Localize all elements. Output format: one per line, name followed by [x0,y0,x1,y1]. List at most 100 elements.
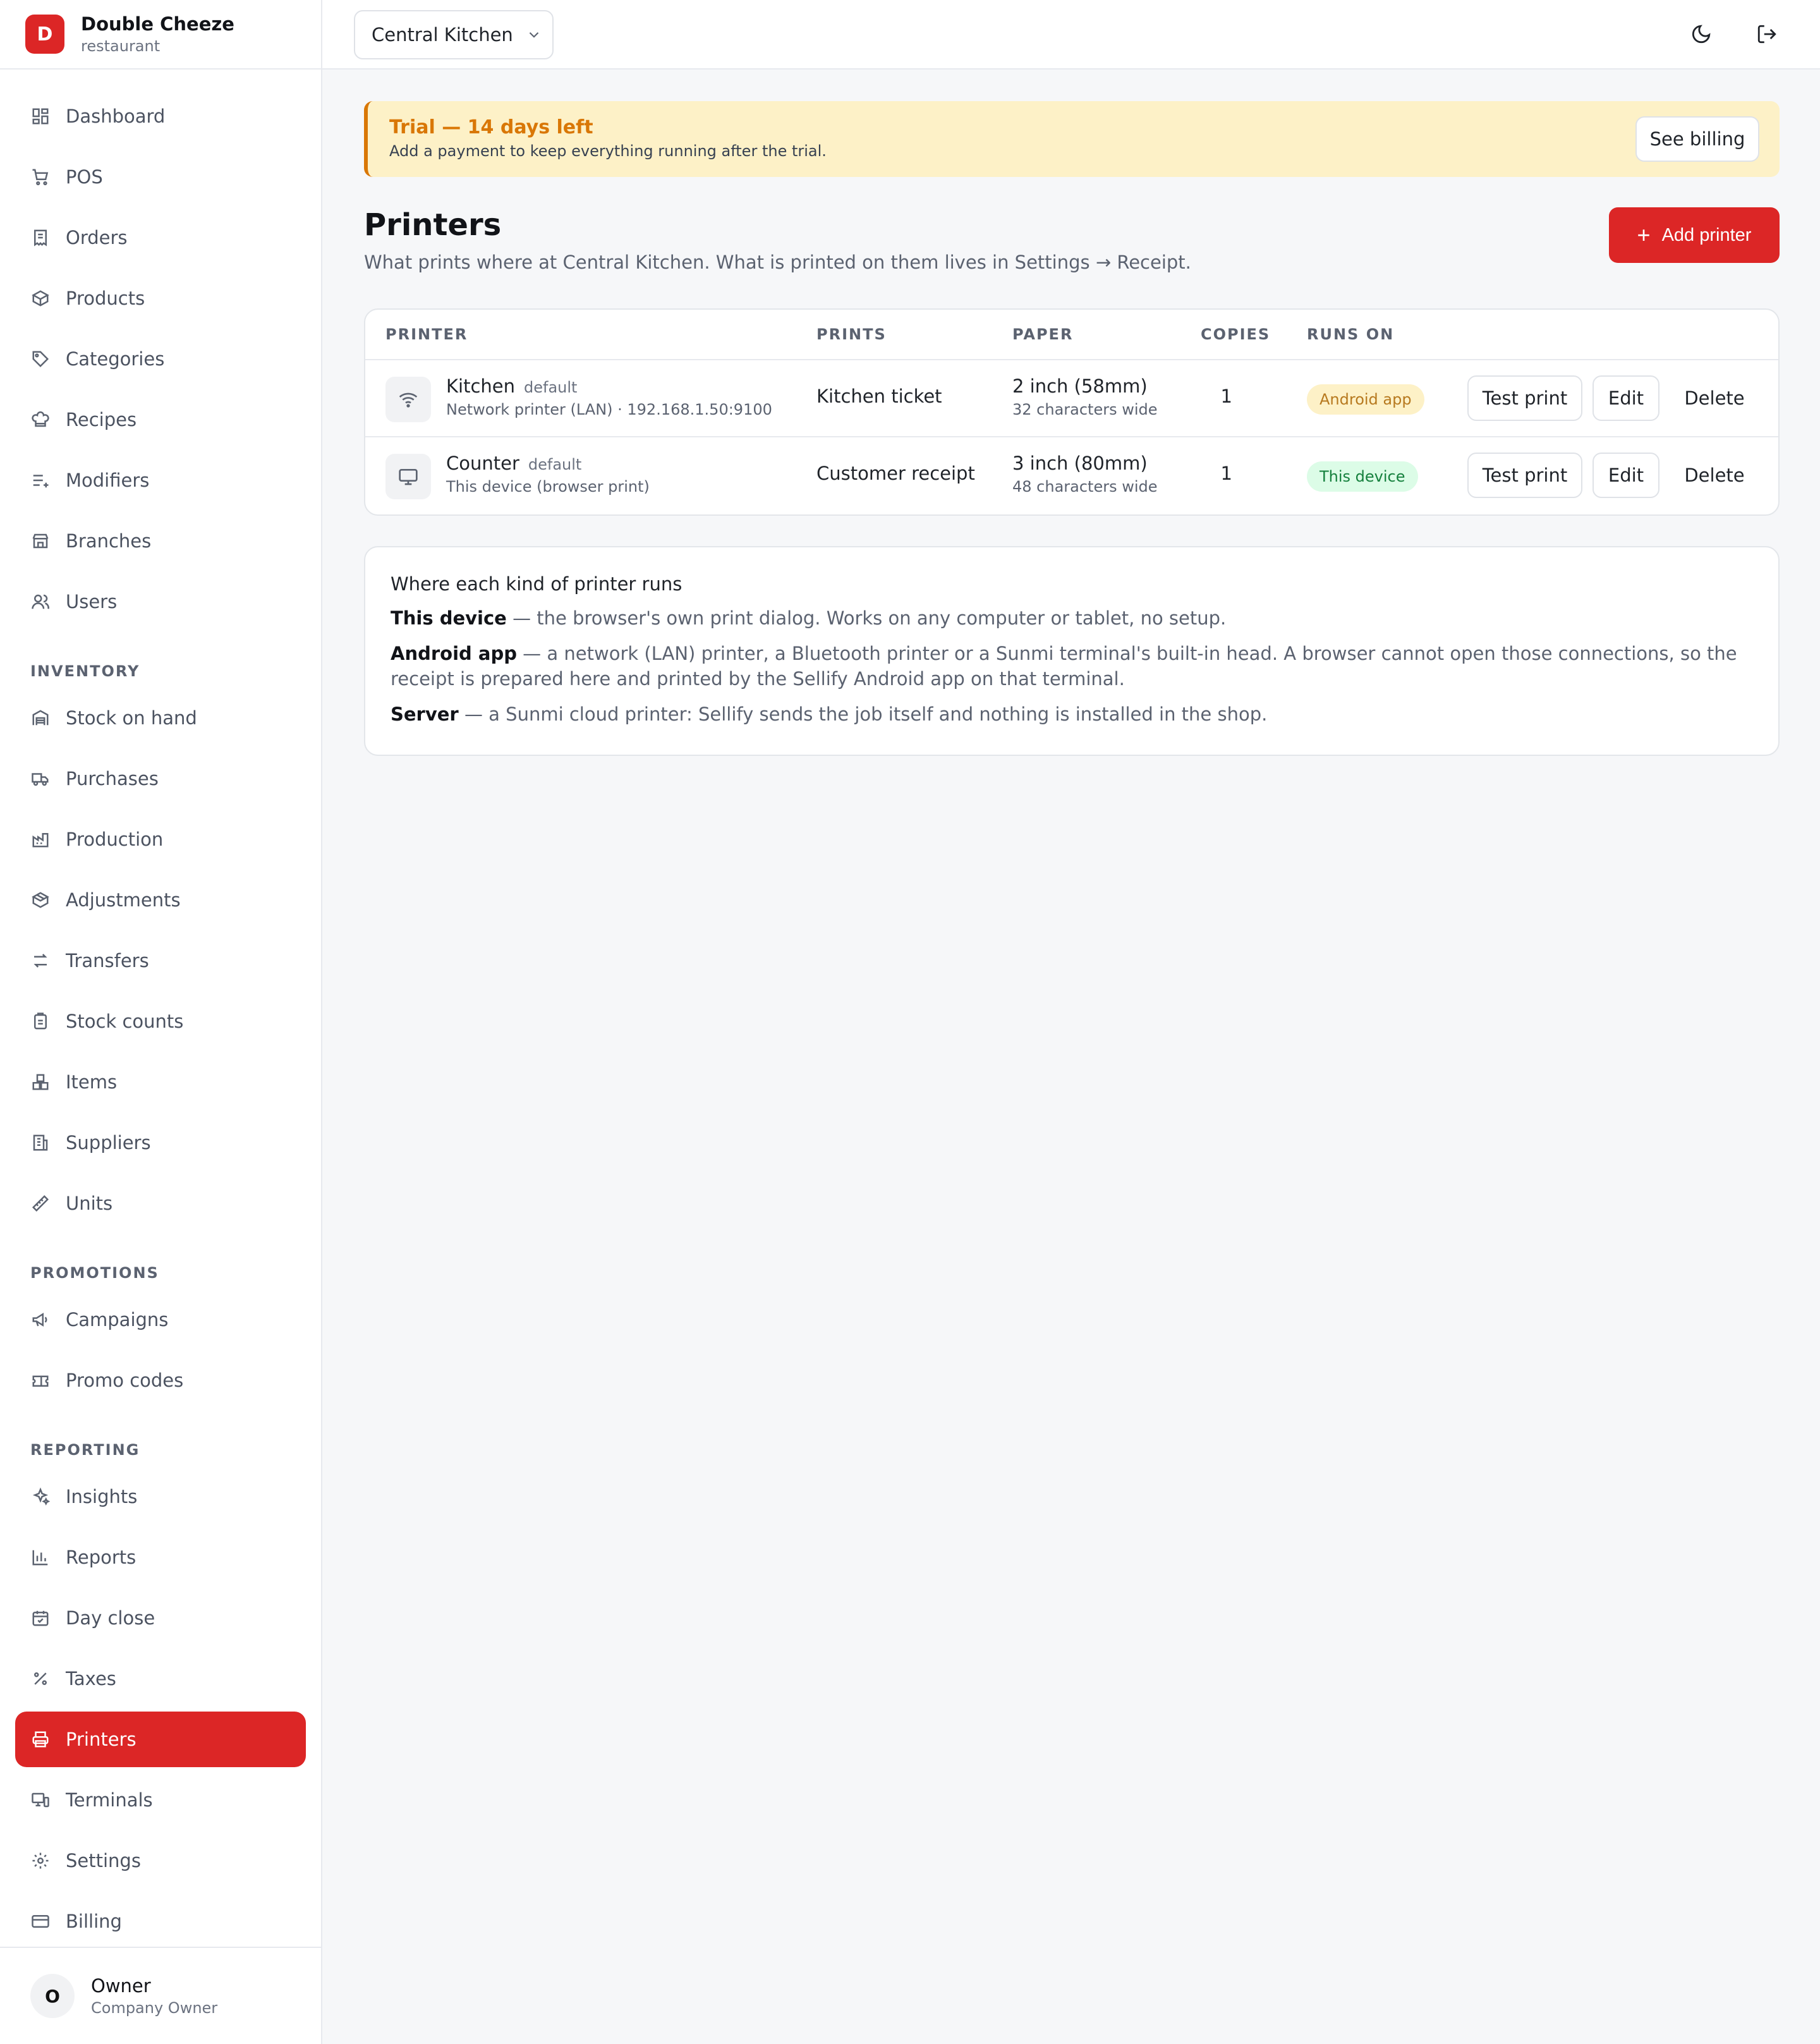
ticket-icon [32,1375,49,1387]
test-print-button[interactable]: Test print [1467,453,1582,498]
sidebar-item-adjustments[interactable]: Adjustments [15,872,306,928]
brand-type: restaurant [81,37,161,55]
sidebar-item-label: Stock counts [66,1011,184,1032]
sidebar-item-pos[interactable]: POS [15,149,306,205]
sidebar-item-taxes[interactable]: Taxes [15,1651,306,1706]
monitor-icon [399,469,418,485]
sidebar-item-label: Categories [66,348,165,370]
trial-banner: Trial — 14 days left Add a payment to ke… [364,101,1780,177]
printer-icon [32,1731,49,1748]
brand-logo: D [25,15,64,54]
delete-button[interactable]: Delete [1670,375,1759,421]
page-title: Printers [364,207,502,243]
sidebar-item-insights[interactable]: Insights [15,1469,306,1524]
nav-icon-wrap [30,951,51,971]
sidebar-item-stock-counts[interactable]: Stock counts [15,994,306,1049]
user-profile[interactable]: O Owner Company Owner [0,1947,321,2044]
sidebar-item-reports[interactable]: Reports [15,1530,306,1585]
moon-icon [1692,25,1711,44]
nav-icon-wrap [30,1608,51,1628]
sidebar-item-label: Suppliers [66,1132,151,1153]
printer-paper: 3 inch (80mm) [1012,453,1148,474]
sidebar-item-day-close[interactable]: Day close [15,1590,306,1646]
sidebar-item-printers[interactable]: Printers [15,1712,306,1767]
printer-connection: Network printer (LAN) · 192.168.1.50:910… [446,401,772,418]
dashboard-icon [32,108,49,125]
edit-button[interactable]: Edit [1592,453,1659,498]
branch-select[interactable]: Central Kitchen [354,10,554,59]
column-header-runs-on: RUNS ON [1307,325,1395,343]
runs-on-badge: Android app [1307,384,1424,415]
gear-icon [32,1852,49,1869]
nav-icon-wrap [30,1790,51,1810]
sidebar-item-label: Taxes [66,1668,116,1689]
edit-button[interactable]: Edit [1592,375,1659,421]
nav-icon-wrap [30,349,51,369]
default-label: default [524,379,578,396]
printer-connection: This device (browser print) [446,478,650,496]
logout-button[interactable] [1754,21,1780,47]
sidebar-item-campaigns[interactable]: Campaigns [15,1292,306,1347]
trial-subtitle: Add a payment to keep everything running… [389,142,827,160]
brand[interactable]: D Double Cheeze restaurant [0,0,321,70]
delete-button[interactable]: Delete [1670,453,1759,498]
test-print-button[interactable]: Test print [1467,375,1582,421]
avatar: O [30,1974,75,2018]
default-label: default [528,456,582,473]
nav-icon-wrap [30,592,51,612]
sidebar-item-label: Items [66,1071,118,1093]
info-term: Android app [391,643,517,664]
sidebar-item-orders[interactable]: Orders [15,210,306,265]
nav-icon-wrap [30,1133,51,1153]
sidebar-item-branches[interactable]: Branches [15,513,306,569]
main-content: Trial — 14 days left Add a payment to ke… [364,101,1780,756]
sidebar-item-label: Dashboard [66,106,166,127]
credit-card-icon [32,1915,49,1928]
sidebar-item-suppliers[interactable]: Suppliers [15,1115,306,1171]
sidebar-item-recipes[interactable]: Recipes [15,392,306,447]
sidebar-item-label: Adjustments [66,889,181,911]
sidebar-item-terminals[interactable]: Terminals [15,1772,306,1828]
theme-toggle-button[interactable] [1689,21,1714,47]
sparkles-icon [32,1487,50,1506]
sidebar-item-settings[interactable]: Settings [15,1833,306,1889]
see-billing-button[interactable]: See billing [1635,116,1759,162]
sidebar-item-dashboard[interactable]: Dashboard [15,88,306,144]
cart-icon [32,169,49,186]
printer-name: Counter [446,453,519,474]
sidebar-item-purchases[interactable]: Purchases [15,751,306,806]
table-header: PRINTER PRINTS PAPER COPIES RUNS ON [365,310,1778,360]
branch-select-value: Central Kitchen [372,24,513,46]
sidebar-item-promo-codes[interactable]: Promo codes [15,1353,306,1408]
sidebar-item-items[interactable]: Items [15,1054,306,1110]
nav-icon-wrap [30,708,51,728]
printer-name-cell: Kitchen default [446,375,577,397]
sidebar-item-stock-on-hand[interactable]: Stock on hand [15,690,306,746]
info-title: Where each kind of printer runs [391,573,682,595]
clipboard-icon [34,1013,47,1030]
nav-icon-wrap [30,1851,51,1871]
info-text: — a Sunmi cloud printer: Sellify sends t… [458,703,1268,725]
sidebar-item-label: Settings [66,1850,141,1871]
sidebar-item-transfers[interactable]: Transfers [15,933,306,989]
sidebar-item-label: Branches [66,530,152,552]
sidebar-item-categories[interactable]: Categories [15,331,306,387]
nav-icon-wrap [30,769,51,789]
sidebar-item-units[interactable]: Units [15,1176,306,1231]
sidebar-item-products[interactable]: Products [15,271,306,326]
sidebar-item-production[interactable]: Production [15,812,306,867]
nav-icon-wrap [30,1911,51,1931]
user-role: Company Owner [91,1999,218,2017]
trial-title: Trial — 14 days left [389,116,593,138]
sidebar-item-billing[interactable]: Billing [15,1894,306,1949]
nav-icon-wrap [30,288,51,308]
printer-paper-width: 32 characters wide [1012,401,1158,418]
info-text: — the browser's own print dialog. Works … [506,607,1227,629]
monitor-phone-icon [32,1792,49,1808]
sidebar-item-users[interactable]: Users [15,574,306,630]
sidebar-item-modifiers[interactable]: Modifiers [15,453,306,508]
topbar: Central Kitchen [322,0,1820,70]
sidebar: D Double Cheeze restaurant Dashboard POS O… [0,0,322,2044]
printer-type-icon [385,377,431,422]
add-printer-button[interactable]: + Add printer [1609,207,1780,263]
